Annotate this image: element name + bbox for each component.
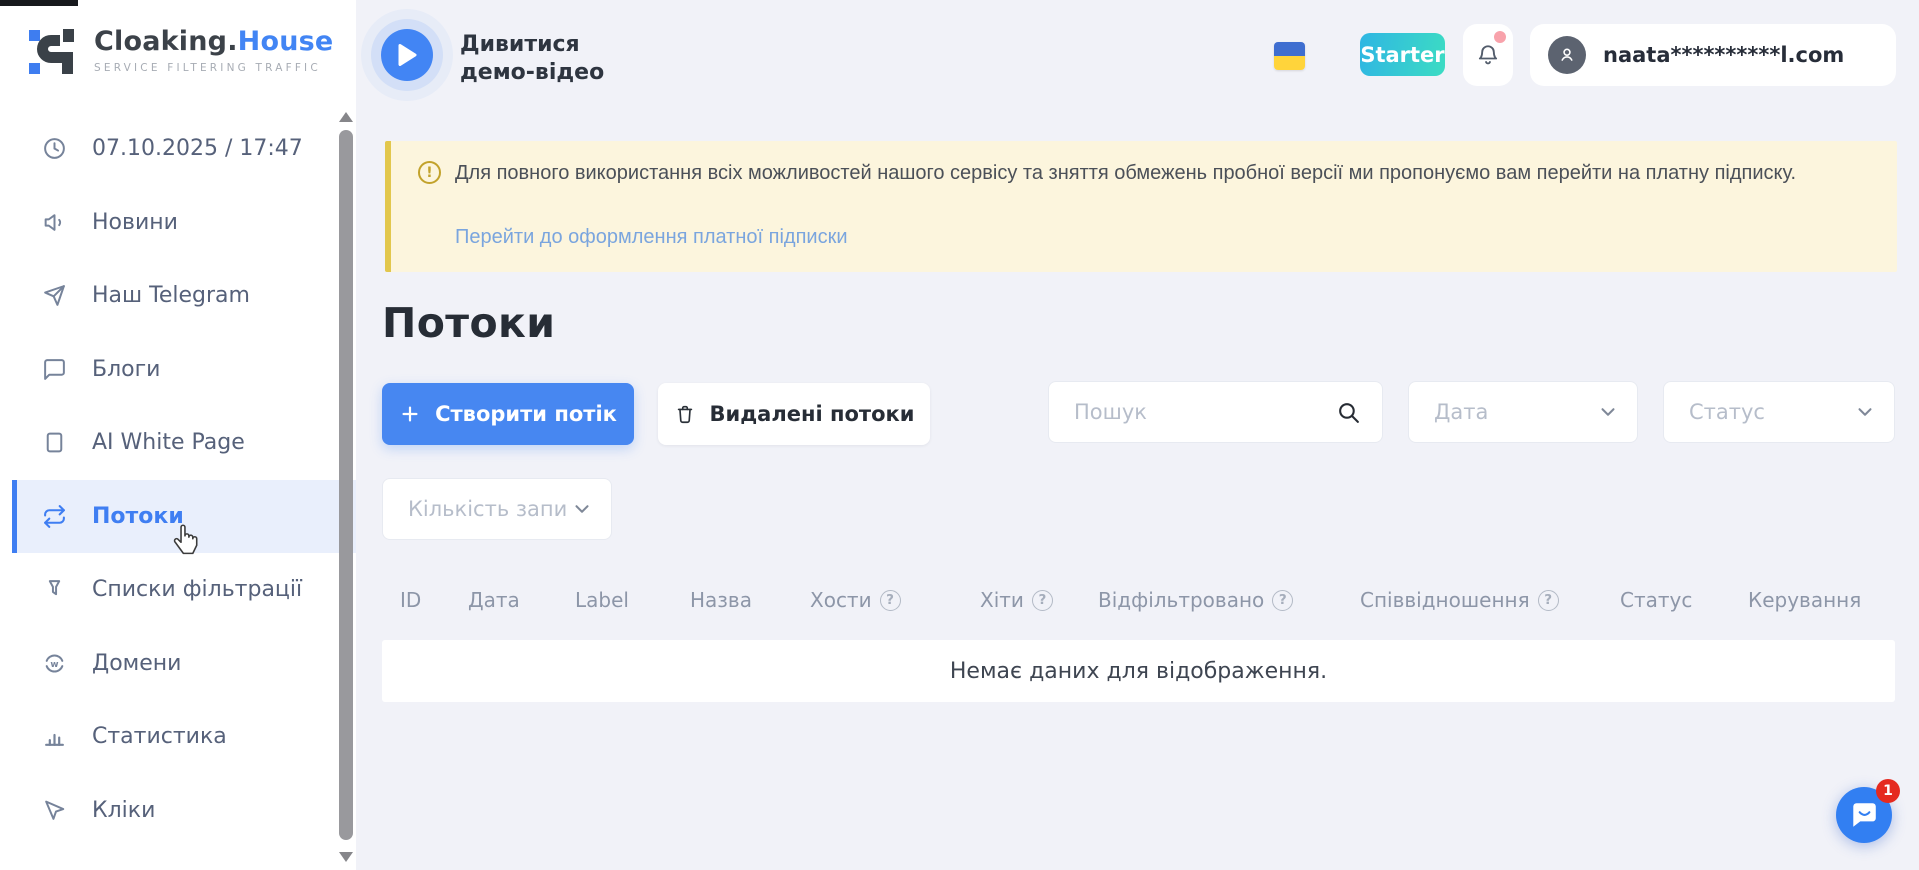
column-header-hosts: Хости: [810, 588, 901, 612]
logo[interactable]: Cloaking.House SERVICE FILTERING TRAFFIC: [25, 27, 333, 81]
sidebar-item-label: 07.10.2025 / 17:47: [92, 136, 303, 161]
sidebar-item-blogs[interactable]: Блоги: [0, 333, 356, 407]
domain-globe-icon: w: [42, 651, 67, 676]
date-filter-select[interactable]: Дата: [1408, 381, 1638, 443]
help-icon[interactable]: [880, 590, 901, 611]
empty-state-text: Немає даних для відображення.: [950, 659, 1327, 684]
deleted-flows-button[interactable]: Видалені потоки: [658, 383, 930, 445]
person-icon: [1556, 44, 1578, 66]
sidebar-item-clicks[interactable]: Кліки: [0, 774, 356, 848]
app-root: Cloaking.House SERVICE FILTERING TRAFFIC…: [0, 0, 1919, 870]
help-icon[interactable]: [1032, 590, 1053, 611]
records-count-select[interactable]: Кількість запи: [382, 478, 612, 540]
column-header-ratio: Співвідношення: [1360, 588, 1559, 612]
status-filter-select[interactable]: Статус: [1663, 381, 1895, 443]
trash-icon: [674, 403, 696, 425]
demo-video-play-button[interactable]: [381, 29, 433, 81]
hand-cursor-icon: [170, 522, 202, 560]
plus-icon: [399, 403, 421, 425]
sidebar-nav: 07.10.2025 / 17:47 Новини Наш Telegram Б…: [0, 112, 356, 847]
play-icon: [397, 44, 417, 66]
empty-state-row: Немає даних для відображення.: [382, 640, 1895, 702]
ukraine-flag-icon[interactable]: [1274, 42, 1305, 70]
column-header-name: Назва: [690, 588, 752, 612]
mouse-pointer-icon: [42, 798, 67, 823]
flows-repeat-icon: [42, 504, 67, 529]
chevron-down-icon: [571, 498, 593, 520]
column-header-id: ID: [400, 588, 421, 612]
create-flow-button[interactable]: Створити потік: [382, 383, 634, 445]
scrollbar-thumb[interactable]: [339, 130, 353, 840]
sidebar-item-statistics[interactable]: Статистика: [0, 700, 356, 774]
column-header-hits: Хіти: [980, 588, 1053, 612]
logo-icon: [25, 27, 79, 81]
user-email: naata**********l.com: [1603, 43, 1844, 67]
help-icon[interactable]: [1272, 590, 1293, 611]
chevron-down-icon: [1854, 401, 1876, 423]
notification-dot: [1494, 31, 1506, 43]
column-header-manage: Керування: [1748, 588, 1861, 612]
chat-unread-badge: 1: [1876, 779, 1900, 803]
sidebar-item-label: Кліки: [92, 798, 155, 823]
clock-icon: [42, 136, 67, 161]
window-edge-strip: [0, 0, 78, 6]
upgrade-subscription-link[interactable]: Перейти до оформлення платної підписки: [455, 226, 848, 249]
column-header-filtered: Відфільтровано: [1098, 588, 1293, 612]
sidebar-item-label: Блоги: [92, 357, 160, 382]
sidebar-item-datetime: 07.10.2025 / 17:47: [0, 112, 356, 186]
sidebar: Cloaking.House SERVICE FILTERING TRAFFIC…: [0, 0, 356, 870]
warning-icon: [418, 161, 441, 184]
avatar: [1548, 36, 1586, 74]
search-icon[interactable]: [1336, 400, 1361, 429]
search-input[interactable]: [1049, 382, 1382, 442]
plan-badge[interactable]: Starter: [1360, 33, 1445, 76]
chevron-down-icon: [1597, 401, 1619, 423]
sidebar-item-label: Новини: [92, 210, 178, 235]
bar-chart-icon: [42, 724, 67, 749]
logo-title: Cloaking.House: [94, 27, 333, 57]
help-icon[interactable]: [1538, 590, 1559, 611]
demo-video-label[interactable]: Дивитися демо-відео: [460, 31, 628, 87]
page-title: Потоки: [382, 299, 555, 347]
table-header: ID Дата Label Назва Хости Хіти Відфільтр…: [0, 588, 1919, 622]
sidebar-item-label: Домени: [92, 651, 181, 676]
sidebar-item-ai-white-page[interactable]: AI White Page: [0, 406, 356, 480]
column-header-status: Статус: [1620, 588, 1692, 612]
sidebar-item-label: Статистика: [92, 724, 227, 749]
user-menu[interactable]: naata**********l.com: [1530, 24, 1896, 86]
logo-tagline: SERVICE FILTERING TRAFFIC: [94, 62, 333, 74]
svg-text:w: w: [50, 660, 58, 670]
page-icon: [42, 430, 67, 455]
banner-message: Для повного використання всіх можливосте…: [455, 158, 1855, 189]
scroll-down-button[interactable]: [339, 852, 353, 862]
search-field: [1048, 381, 1383, 443]
column-header-date: Дата: [468, 588, 520, 612]
scroll-up-button[interactable]: [339, 112, 353, 122]
sidebar-item-domains[interactable]: w Домени: [0, 627, 356, 701]
chat-smile-icon: [1849, 801, 1879, 829]
sidebar-item-news[interactable]: Новини: [0, 186, 356, 260]
notifications-button[interactable]: [1463, 24, 1513, 86]
bell-icon: [1474, 41, 1502, 69]
sidebar-item-label: AI White Page: [92, 430, 245, 455]
telegram-icon: [42, 283, 67, 308]
column-header-label: Label: [575, 588, 629, 612]
trial-banner: Для повного використання всіх можливосте…: [385, 141, 1897, 272]
sidebar-scrollbar[interactable]: [338, 108, 354, 868]
sidebar-item-label: Наш Telegram: [92, 283, 250, 308]
sidebar-item-telegram[interactable]: Наш Telegram: [0, 259, 356, 333]
megaphone-icon: [42, 210, 67, 235]
chat-bubble-icon: [42, 357, 67, 382]
